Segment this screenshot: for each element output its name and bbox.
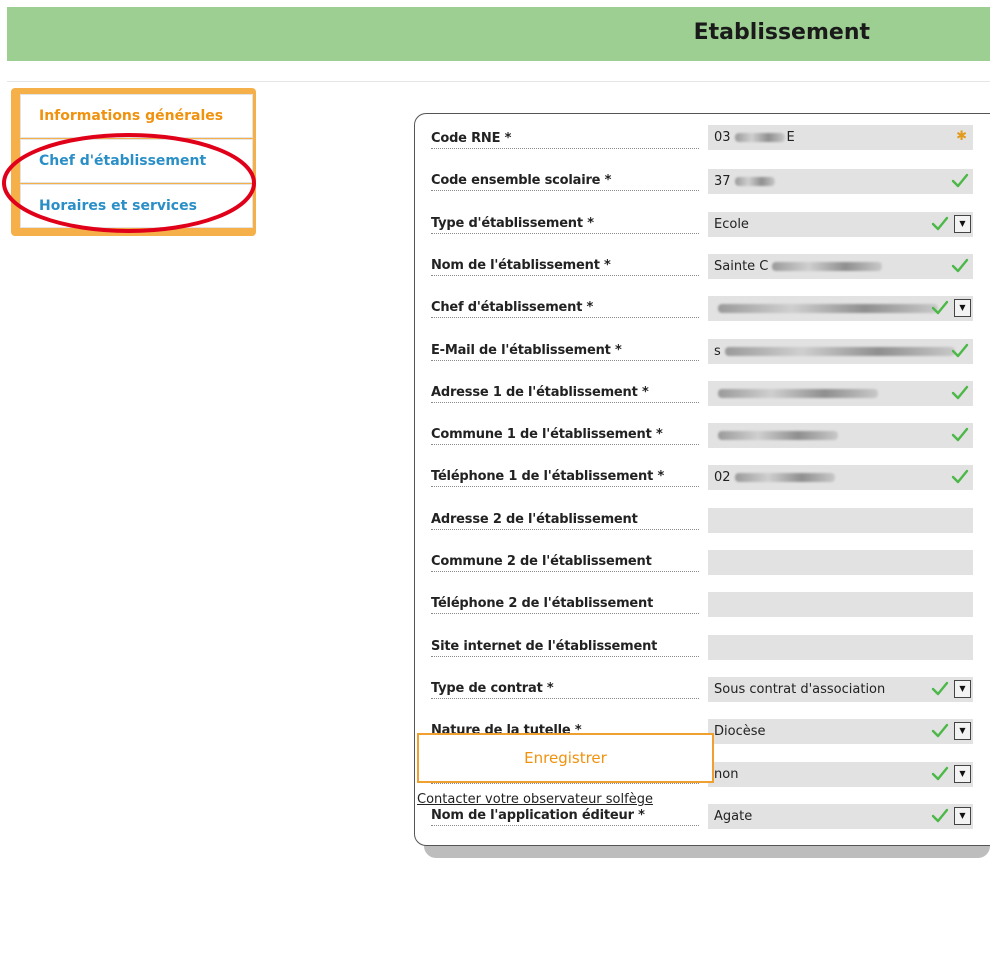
field-input[interactable] xyxy=(708,592,973,618)
field-value: 02 xyxy=(714,470,731,486)
asterisk-icon: ✱ xyxy=(956,129,967,144)
tab-horaires-services[interactable]: Horaires et services xyxy=(20,184,253,228)
field-input[interactable]: 03 E ✱ xyxy=(708,125,973,150)
check-icon xyxy=(951,257,969,275)
redacted-text xyxy=(718,304,938,314)
field-input[interactable]: 02 xyxy=(708,465,973,491)
field-input[interactable] xyxy=(708,380,973,406)
save-button[interactable]: Enregistrer xyxy=(417,733,714,783)
tab-informations-generales[interactable]: Informations générales xyxy=(20,94,253,138)
field-label: Type d'établissement * xyxy=(431,216,699,234)
field-value: s xyxy=(714,343,721,359)
check-icon xyxy=(931,215,949,233)
field-value: Sous contrat d'association xyxy=(714,681,886,697)
redacted-text xyxy=(718,431,838,441)
field-input[interactable]: s xyxy=(708,338,973,364)
form-row: Nom de l'établissement * Sainte C xyxy=(431,252,990,282)
check-icon xyxy=(931,765,949,783)
form-row: Site internet de l'établissement xyxy=(431,633,990,663)
redacted-text xyxy=(734,133,785,142)
field-value-suffix: E xyxy=(786,130,795,145)
field-value: Diocèse xyxy=(714,724,766,740)
field-label: Adresse 2 de l'établissement xyxy=(431,512,699,530)
field-value: 03 xyxy=(714,130,731,145)
check-icon xyxy=(951,342,969,360)
field-label: Nom de l'établissement * xyxy=(431,258,699,276)
field-label: Commune 1 de l'établissement * xyxy=(431,427,699,446)
chevron-down-icon[interactable]: ▼ xyxy=(954,214,971,233)
field-select[interactable]: non ▼ xyxy=(708,761,973,787)
header-bar: Etablissement xyxy=(7,7,990,61)
field-label: E-Mail de l'établissement * xyxy=(431,343,699,361)
form-row: Type de contrat * Sous contrat d'associat… xyxy=(431,675,990,705)
sidebar-tabs: Informations générales Chef d'établissem… xyxy=(11,88,256,236)
form-row: Type d'établissement * Ecole ▼ xyxy=(431,210,990,240)
field-select[interactable]: Sous contrat d'association ▼ xyxy=(708,676,973,702)
field-label: Téléphone 1 de l'établissement * xyxy=(431,469,699,488)
check-icon xyxy=(931,722,949,740)
form-row: Code RNE * 03 E ✱ xyxy=(431,125,990,155)
tab-chef-etablissement[interactable]: Chef d'établissement xyxy=(20,139,253,183)
field-value: 37 xyxy=(714,174,731,190)
redacted-text xyxy=(772,261,883,271)
field-label: Site internet de l'établissement xyxy=(431,639,699,657)
form-row: Chef d'établissement * ▼ xyxy=(431,294,990,324)
chevron-down-icon[interactable]: ▼ xyxy=(954,806,971,825)
field-input[interactable]: Sainte C xyxy=(708,253,973,279)
page-title: Etablissement xyxy=(693,20,870,45)
field-label: Code RNE * xyxy=(431,131,699,149)
form-row: E-Mail de l'établissement * s xyxy=(431,337,990,367)
check-icon xyxy=(931,680,949,698)
contact-link[interactable]: Contacter votre observateur solfège xyxy=(417,792,653,807)
check-icon xyxy=(931,299,949,317)
redacted-text xyxy=(734,177,775,187)
form-row: Commune 2 de l'établissement xyxy=(431,548,990,578)
field-label: Type de contrat * xyxy=(431,681,699,699)
check-icon xyxy=(931,807,949,825)
field-value: Sainte C xyxy=(714,258,769,274)
field-input[interactable] xyxy=(708,634,973,660)
form-row: Adresse 1 de l'établissement * xyxy=(431,379,990,409)
field-label: Téléphone 2 de l'établissement xyxy=(431,596,699,615)
chevron-down-icon[interactable]: ▼ xyxy=(954,299,971,318)
field-select[interactable]: Ecole ▼ xyxy=(708,211,973,237)
form-row: Commune 1 de l'établissement * xyxy=(431,421,990,451)
redacted-text xyxy=(718,388,878,398)
field-label: Commune 2 de l'établissement xyxy=(431,554,699,572)
field-select[interactable]: Agate ▼ xyxy=(708,803,973,829)
field-label: Chef d'établissement * xyxy=(431,300,699,319)
field-value: Agate xyxy=(714,808,753,824)
field-select[interactable]: ▼ xyxy=(708,296,973,322)
header-divider xyxy=(7,81,990,82)
field-input[interactable]: 37 xyxy=(708,169,973,195)
check-icon xyxy=(951,384,969,402)
field-label: Adresse 1 de l'établissement * xyxy=(431,385,699,403)
form-row: Téléphone 2 de l'établissement xyxy=(431,590,990,620)
chevron-down-icon[interactable]: ▼ xyxy=(954,722,971,741)
form-row: Code ensemble scolaire * 37 xyxy=(431,167,990,197)
redacted-text xyxy=(724,346,955,356)
field-label: Nom de l'application éditeur * xyxy=(431,808,699,826)
field-input[interactable] xyxy=(708,550,973,575)
field-select[interactable]: Diocèse ▼ xyxy=(708,719,973,745)
check-icon xyxy=(951,426,969,444)
field-value: non xyxy=(714,766,739,782)
chevron-down-icon[interactable]: ▼ xyxy=(954,679,971,698)
redacted-text xyxy=(734,473,835,483)
form-row: Adresse 2 de l'établissement xyxy=(431,506,990,536)
chevron-down-icon[interactable]: ▼ xyxy=(954,764,971,783)
field-input[interactable] xyxy=(708,423,973,449)
field-label: Code ensemble scolaire * xyxy=(431,173,699,192)
form-row: Téléphone 1 de l'établissement * 02 xyxy=(431,463,990,493)
field-value: Ecole xyxy=(714,216,749,232)
check-icon xyxy=(951,468,969,486)
field-input[interactable] xyxy=(708,507,973,533)
check-icon xyxy=(951,172,969,190)
